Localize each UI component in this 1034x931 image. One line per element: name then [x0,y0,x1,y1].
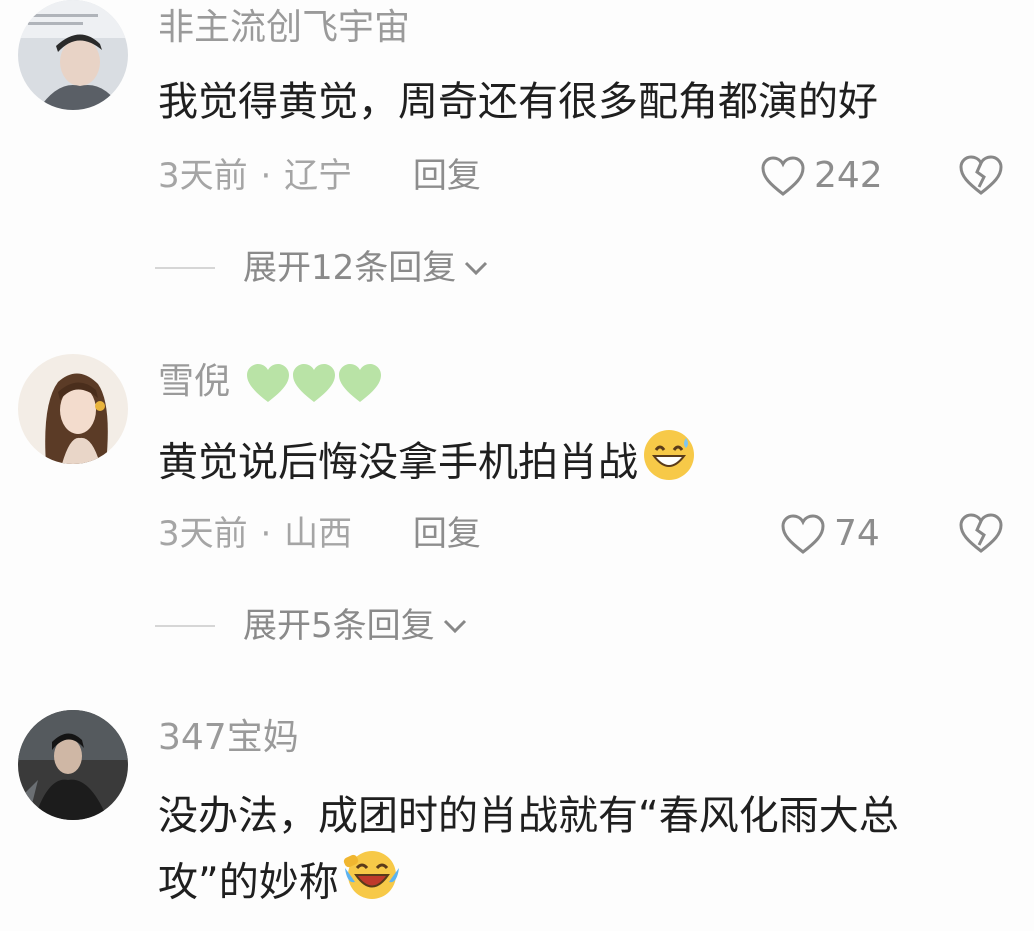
username[interactable]: 347宝妈 [158,716,299,760]
username[interactable]: 非主流创飞宇宙 [158,6,410,50]
comment-time: 3天前 [158,514,248,554]
comment-time: 3天前 [158,156,248,196]
dislike-button[interactable] [958,512,1004,558]
comment-location: 辽宁 [284,156,353,196]
like-button[interactable]: 74 [780,512,880,556]
reply-button[interactable]: 回复 [413,156,481,196]
divider [155,625,215,627]
comment-location: 山西 [284,514,353,554]
comment-text-line: 没办法，成团时的肖战就有“春风化雨大总 [158,793,899,839]
meta-separator: · [260,514,272,554]
dislike-button[interactable] [958,154,1004,200]
heart-outline-icon [781,514,825,554]
comment-meta: 3天前 · 辽宁 回复 [158,154,481,198]
avatar-image [18,354,128,464]
expand-replies-label: 展开5条回复 [243,606,435,646]
heart-outline-icon [761,156,805,196]
chevron-down-icon [443,619,466,634]
broken-heart-icon [959,513,1003,553]
avatar[interactable] [18,354,128,464]
expand-replies-button[interactable]: 展开5条回复 [155,604,469,648]
comment-text: 没办法，成团时的肖战就有“春风化雨大总 攻”的妙称 [158,784,1018,921]
green-heart-icon [293,364,336,402]
username[interactable]: 雪倪 [158,360,383,404]
broken-heart-icon [959,155,1003,195]
green-heart-icon [247,364,290,402]
avatar-image [18,0,128,110]
meta-separator: · [260,156,272,196]
comment-meta: 3天前 · 山西 回复 [158,512,481,556]
username-hearts [245,362,383,404]
like-button[interactable]: 242 [760,154,883,198]
like-count: 242 [814,155,883,196]
green-heart-icon [339,364,382,402]
avatar[interactable] [18,0,128,110]
comment-text-content: 黄觉说后悔没拿手机拍肖战 [158,439,638,486]
grinning-sweat-emoji [642,428,696,501]
comment-text: 黄觉说后悔没拿手机拍肖战 [158,428,1018,501]
chevron-down-icon [465,261,488,276]
comment-text-line-2: 攻”的妙称 [158,859,339,906]
comment-text: 我觉得黄觉，周奇还有很多配角都演的好 [158,79,878,125]
username-text: 雪倪 [158,361,231,402]
expand-replies-label: 展开12条回复 [243,248,457,288]
laughing-crying-emoji [343,848,401,921]
like-count: 74 [834,513,880,554]
avatar[interactable] [18,710,128,820]
divider [155,267,215,269]
reply-button[interactable]: 回复 [413,514,481,554]
comment-text-line: 攻”的妙称 [158,848,1018,921]
avatar-image [18,710,128,820]
expand-replies-button[interactable]: 展开12条回复 [155,246,490,290]
